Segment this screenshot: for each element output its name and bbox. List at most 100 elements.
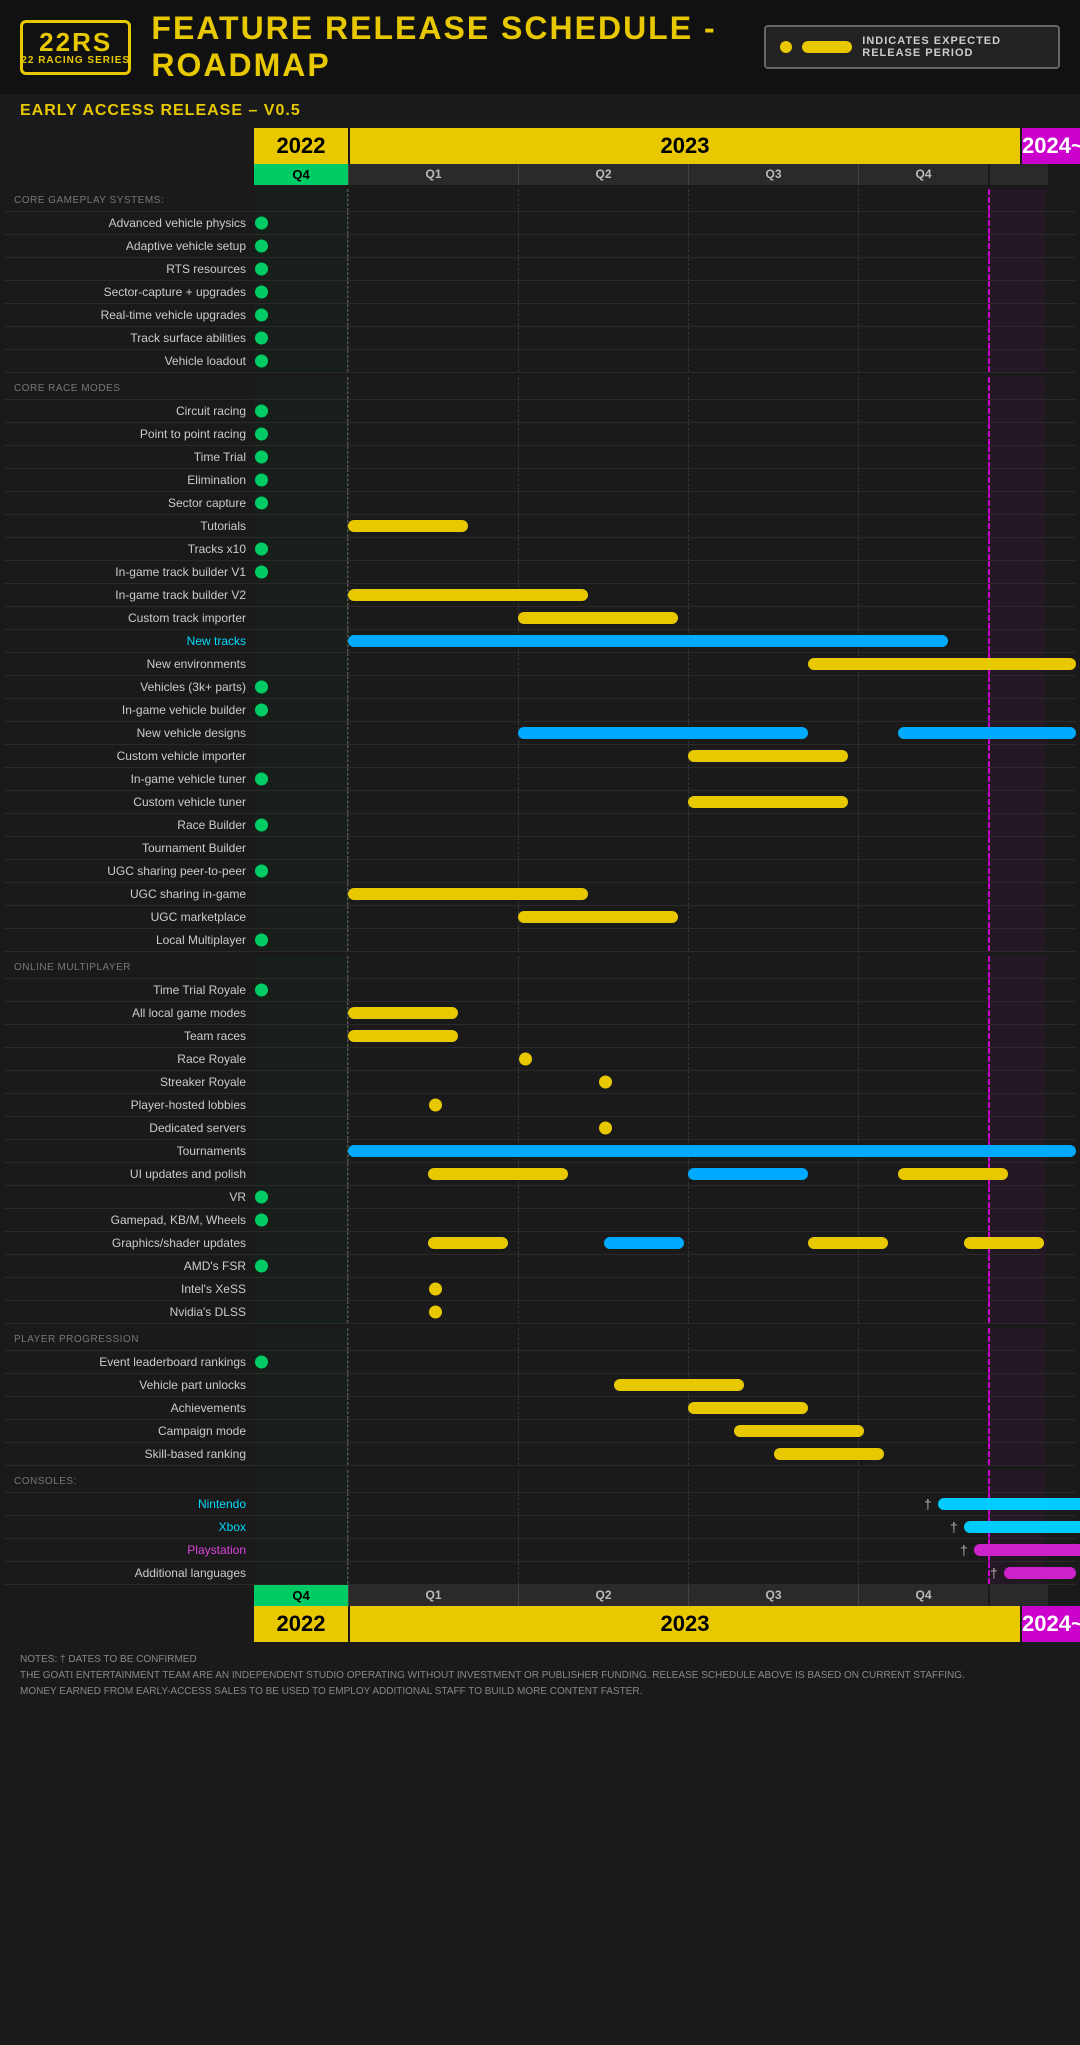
feature-timeline [254, 1443, 1076, 1465]
feature-timeline [254, 515, 1076, 537]
roadmap-table: 2022 2023 2024~ Q4 Q1 Q2 Q3 Q4 CORE GAME… [4, 128, 1076, 1642]
feature-label: Nintendo [4, 1493, 254, 1515]
feature-row: UI updates and polish [4, 1163, 1076, 1186]
dagger-icon: † [990, 1565, 998, 1581]
feature-row: Custom track importer [4, 607, 1076, 630]
feature-timeline [254, 377, 1076, 399]
feature-timeline [254, 768, 1076, 790]
feature-timeline [254, 630, 1076, 652]
feature-label: Intel's XeSS [4, 1278, 254, 1300]
feature-label: UGC marketplace [4, 906, 254, 928]
feature-label: Circuit racing [4, 400, 254, 422]
feature-label: New tracks [4, 630, 254, 652]
feature-row: CORE RACE MODES [4, 377, 1076, 400]
feature-row: Achievements [4, 1397, 1076, 1420]
feature-label: New vehicle designs [4, 722, 254, 744]
feature-label: Real-time vehicle upgrades [4, 304, 254, 326]
feature-timeline [254, 1002, 1076, 1024]
year-header-bottom: 2022 2023 2024~ [4, 1606, 1076, 1642]
feature-row: Streaker Royale [4, 1071, 1076, 1094]
early-access-label: EARLY ACCESS RELEASE – V0.5 [0, 94, 1080, 128]
notes-line3: MONEY EARNED FROM EARLY-ACCESS SALES TO … [20, 1684, 1060, 1700]
feature-timeline [254, 883, 1076, 905]
feature-row: Player-hosted lobbies [4, 1094, 1076, 1117]
feature-row: Race Royale [4, 1048, 1076, 1071]
feature-row: PLAYER PROGRESSION [4, 1328, 1076, 1351]
feature-timeline [254, 1025, 1076, 1047]
feature-timeline [254, 189, 1076, 211]
feature-label: Track surface abilities [4, 327, 254, 349]
feature-label: UI updates and polish [4, 1163, 254, 1185]
legend-box: INDICATES EXPECTED RELEASE PERIOD [764, 25, 1060, 69]
logo-top: 22RS [39, 29, 112, 55]
feature-row: Tournament Builder [4, 837, 1076, 860]
feature-label: Gamepad, KB/M, Wheels [4, 1209, 254, 1231]
feature-label: Nvidia's DLSS [4, 1301, 254, 1323]
feature-row: Advanced vehicle physics [4, 212, 1076, 235]
feature-label: Advanced vehicle physics [4, 212, 254, 234]
feature-timeline [254, 258, 1076, 280]
feature-label: Event leaderboard rankings [4, 1351, 254, 1373]
feature-row: Tutorials [4, 515, 1076, 538]
feature-label: Sector-capture + upgrades [4, 281, 254, 303]
feature-row: In-game vehicle builder [4, 699, 1076, 722]
feature-label: Team races [4, 1025, 254, 1047]
qh-q2: Q2 [518, 164, 688, 185]
feature-timeline: † [254, 1493, 1076, 1515]
feature-row: Dedicated servers [4, 1117, 1076, 1140]
feature-label: In-game track builder V1 [4, 561, 254, 583]
feature-timeline [254, 1117, 1076, 1139]
feature-timeline [254, 837, 1076, 859]
feature-label: All local game modes [4, 1002, 254, 1024]
feature-timeline [254, 722, 1076, 744]
feature-row: Custom vehicle tuner [4, 791, 1076, 814]
qh-q3: Q3 [688, 164, 858, 185]
qh-q2-bottom: Q2 [518, 1585, 688, 1606]
feature-label: New environments [4, 653, 254, 675]
feature-row: Nintendo† [4, 1493, 1076, 1516]
feature-label: Sector capture [4, 492, 254, 514]
feature-timeline: † [254, 1539, 1076, 1561]
feature-row: New vehicle designs [4, 722, 1076, 745]
logo: 22RS 22 RACING SERIES [20, 20, 131, 75]
feature-row: Gamepad, KB/M, Wheels [4, 1209, 1076, 1232]
qh-q1: Q1 [348, 164, 518, 185]
feature-row: Team races [4, 1025, 1076, 1048]
feature-label: CORE RACE MODES [4, 377, 254, 399]
notes-line2: THE GOATI ENTERTAINMENT TEAM ARE AN INDE… [20, 1668, 1060, 1684]
feature-timeline [254, 327, 1076, 349]
qh-q4: Q4 [858, 164, 988, 185]
quarter-header-top: Q4 Q1 Q2 Q3 Q4 [4, 164, 1076, 185]
feature-label: Custom vehicle importer [4, 745, 254, 767]
feature-row: Real-time vehicle upgrades [4, 304, 1076, 327]
feature-timeline [254, 446, 1076, 468]
feature-label: UGC sharing in-game [4, 883, 254, 905]
feature-row: Time Trial Royale [4, 979, 1076, 1002]
feature-row: Playstation† [4, 1539, 1076, 1562]
feature-row: Nvidia's DLSS [4, 1301, 1076, 1324]
page-title: FEATURE RELEASE SCHEDULE - ROADMAP [151, 10, 744, 84]
feature-timeline [254, 584, 1076, 606]
feature-timeline [254, 860, 1076, 882]
feature-label: UGC sharing peer-to-peer [4, 860, 254, 882]
feature-row: Tournaments [4, 1140, 1076, 1163]
notes-line1: NOTES: † DATES TO BE CONFIRMED [20, 1652, 1060, 1668]
feature-label: Campaign mode [4, 1420, 254, 1442]
feature-label: Playstation [4, 1539, 254, 1561]
feature-label: Additional languages [4, 1562, 254, 1584]
footer-notes: NOTES: † DATES TO BE CONFIRMED THE GOATI… [0, 1642, 1080, 1710]
feature-label: CORE GAMEPLAY SYSTEMS: [4, 189, 254, 211]
feature-label: In-game vehicle builder [4, 699, 254, 721]
feature-row: Vehicles (3k+ parts) [4, 676, 1076, 699]
feature-timeline [254, 607, 1076, 629]
feature-timeline [254, 791, 1076, 813]
feature-label: VR [4, 1186, 254, 1208]
feature-timeline [254, 469, 1076, 491]
feature-timeline [254, 929, 1076, 951]
feature-timeline [254, 1470, 1076, 1492]
feature-timeline [254, 979, 1076, 1001]
feature-row: RTS resources [4, 258, 1076, 281]
feature-label: Local Multiplayer [4, 929, 254, 951]
feature-row: Point to point racing [4, 423, 1076, 446]
feature-label: PLAYER PROGRESSION [4, 1328, 254, 1350]
